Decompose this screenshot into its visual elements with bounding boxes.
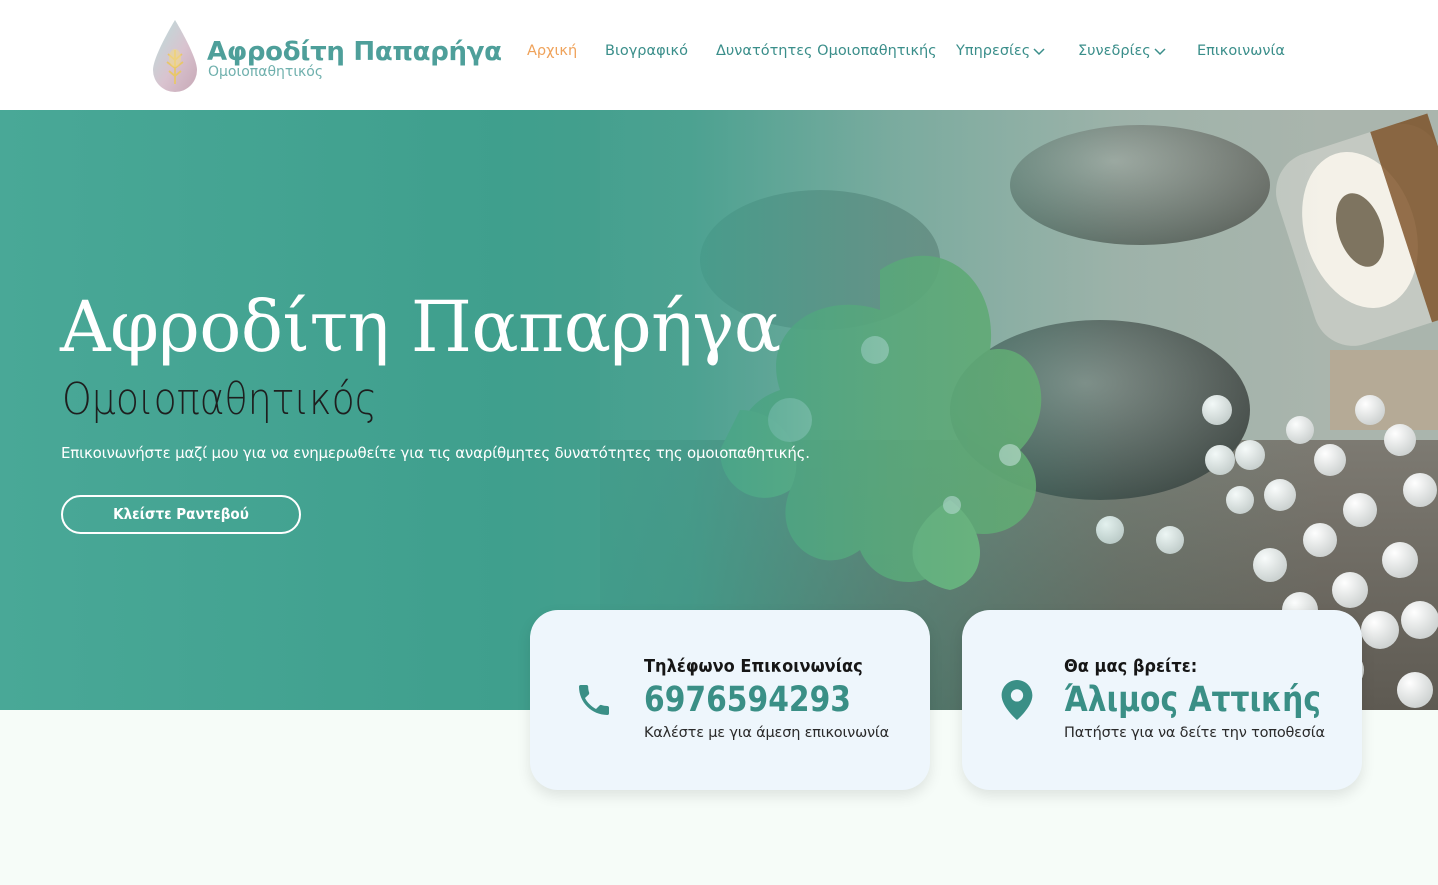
chevron-down-icon bbox=[1154, 48, 1166, 56]
location-contact-card[interactable]: Θα μας βρείτε: Άλιμος Αττικής Πατήστε γι… bbox=[962, 610, 1362, 790]
book-appointment-button[interactable]: Κλείστε Ραντεβού bbox=[61, 495, 301, 534]
hero-subtitle: Ομοιοπαθητικός bbox=[62, 374, 377, 425]
logo-title: Αφροδίτη Παπαρήγα bbox=[207, 37, 502, 67]
location-card-title: Θα μας βρείτε: bbox=[1064, 656, 1198, 677]
nav-item-homeopathy-capabilities[interactable]: Δυνατότητες Ομοιοπαθητικής bbox=[716, 43, 937, 59]
phone-number[interactable]: 6976594293 bbox=[644, 680, 851, 720]
nav-item-contact[interactable]: Επικοινωνία bbox=[1197, 43, 1285, 59]
nav-item-services-label: Υπηρεσίες bbox=[956, 43, 1031, 59]
phone-contact-card[interactable]: Τηλέφωνο Επικοινωνίας 6976594293 Καλέστε… bbox=[530, 610, 930, 790]
map-pin-icon bbox=[1001, 680, 1033, 720]
nav-item-sessions[interactable]: Συνεδρίες bbox=[1078, 43, 1166, 59]
site-header: Αφροδίτη Παπαρήγα Ομοιοπαθητικός Αρχική … bbox=[0, 0, 1438, 110]
phone-icon bbox=[579, 685, 609, 715]
nav-item-biography[interactable]: Βιογραφικό bbox=[605, 43, 688, 59]
hero-description: Επικοινωνήστε μαζί μου για να ενημερωθεί… bbox=[61, 444, 810, 462]
hero-title: Αφροδίτη Παπαρήγα bbox=[60, 286, 781, 368]
nav-item-services[interactable]: Υπηρεσίες bbox=[956, 43, 1045, 59]
location-card-note: Πατήστε για να δείτε την τοποθεσία bbox=[1064, 725, 1325, 741]
drop-logo-icon bbox=[153, 20, 197, 92]
phone-card-note: Καλέστε με για άμεση επικοινωνία bbox=[644, 725, 889, 741]
site-logo[interactable]: Αφροδίτη Παπαρήγα Ομοιοπαθητικός bbox=[150, 18, 502, 98]
chevron-down-icon bbox=[1033, 48, 1045, 56]
nav-item-sessions-label: Συνεδρίες bbox=[1078, 43, 1151, 59]
logo-tagline: Ομοιοπαθητικός bbox=[208, 64, 324, 80]
nav-item-home[interactable]: Αρχική bbox=[527, 43, 577, 59]
phone-card-title: Τηλέφωνο Επικοινωνίας bbox=[644, 656, 863, 677]
location-name[interactable]: Άλιμος Αττικής bbox=[1064, 680, 1321, 720]
